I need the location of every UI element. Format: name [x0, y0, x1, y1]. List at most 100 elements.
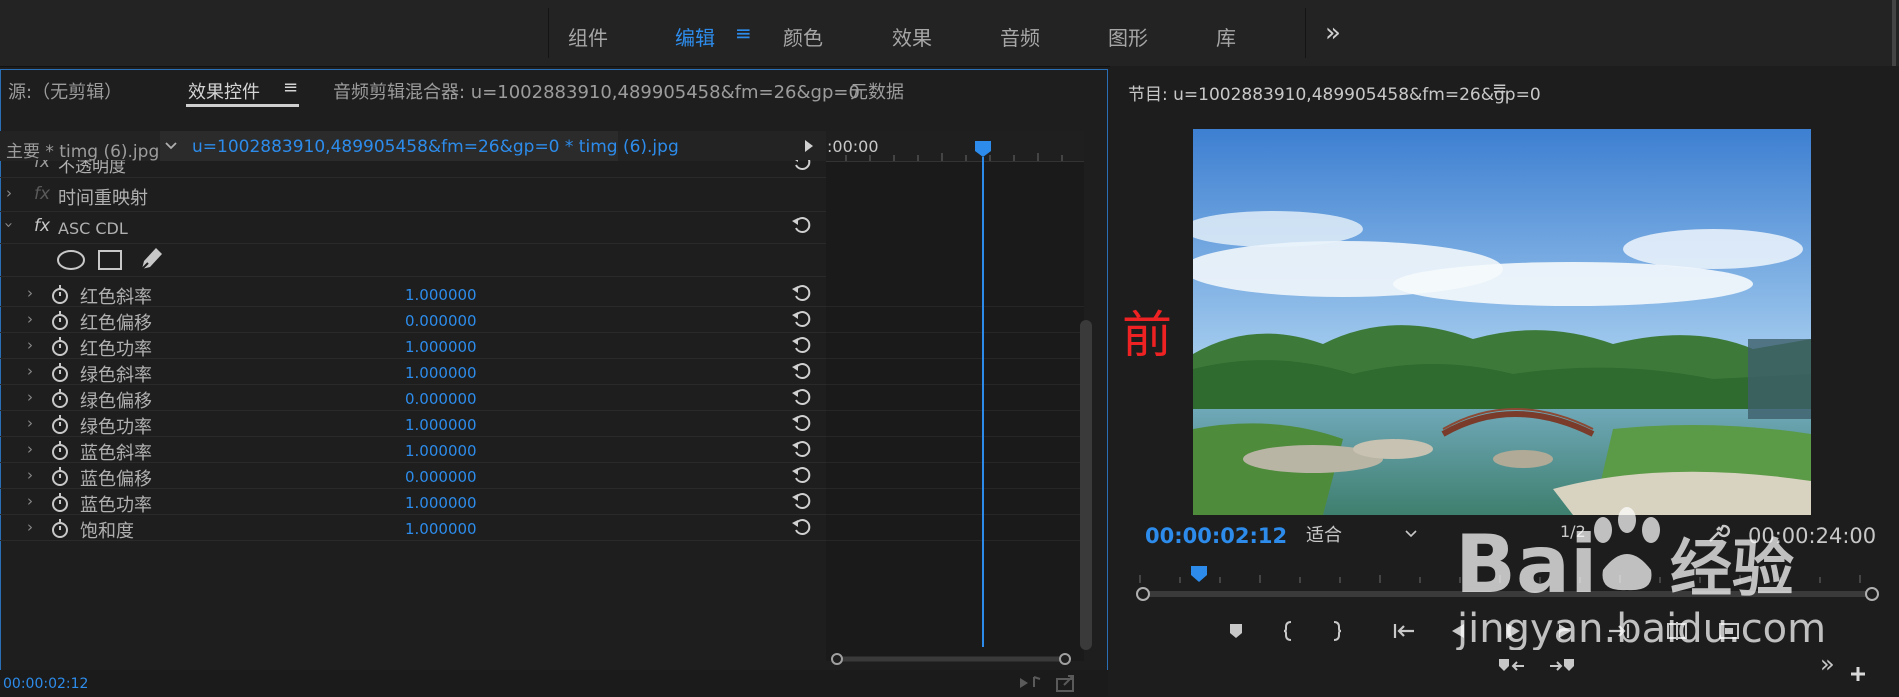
stopwatch-icon[interactable]	[50, 335, 70, 357]
export-frame-icon[interactable]	[1054, 673, 1078, 693]
workspace-tab-effects[interactable]: 效果	[892, 22, 932, 51]
stopwatch-icon[interactable]	[50, 517, 70, 539]
property-value[interactable]: 0.000000	[405, 390, 477, 408]
workspace-tab-libraries[interactable]: 库	[1216, 22, 1236, 51]
row-divider	[0, 332, 826, 333]
add-button-icon[interactable]	[1849, 665, 1867, 683]
program-monitor-title[interactable]: 节目: u=1002883910,489905458&fm=26&gp=0	[1128, 80, 1541, 105]
playhead-line[interactable]	[982, 157, 984, 647]
keyframe-timeline-area[interactable]	[826, 131, 1084, 661]
stopwatch-icon[interactable]	[50, 283, 70, 305]
expand-chevron-icon[interactable]: ›	[27, 492, 33, 510]
expand-chevron-icon[interactable]: ›	[0, 222, 18, 228]
row-divider	[0, 211, 826, 212]
reset-icon[interactable]	[790, 213, 812, 235]
tab-source[interactable]: 源:（无剪辑）	[8, 78, 122, 104]
expand-chevron-icon[interactable]: ›	[27, 414, 33, 432]
workspace-tab-audio[interactable]: 音频	[1000, 22, 1040, 51]
workspace-tab-color[interactable]: 颜色	[783, 22, 823, 51]
ellipse-mask-icon[interactable]	[56, 249, 86, 271]
row-divider	[0, 358, 826, 359]
mark-in-icon[interactable]	[1282, 620, 1294, 642]
property-value[interactable]: 1.000000	[405, 338, 477, 356]
stopwatch-icon[interactable]	[50, 309, 70, 331]
add-marker-icon[interactable]	[1228, 622, 1244, 640]
stopwatch-icon[interactable]	[50, 361, 70, 383]
tab-effect-controls[interactable]: 效果控件	[188, 78, 260, 104]
chevron-down-icon[interactable]	[164, 140, 178, 152]
reset-icon[interactable]	[790, 515, 812, 537]
reset-icon[interactable]	[790, 489, 812, 511]
playhead-marker-icon[interactable]	[974, 140, 992, 158]
property-value[interactable]: 1.000000	[405, 364, 477, 382]
stopwatch-icon[interactable]	[50, 439, 70, 461]
expand-chevron-icon[interactable]: ›	[27, 310, 33, 328]
pen-mask-icon[interactable]	[138, 245, 164, 273]
workspace-tab-assembly[interactable]: 组件	[568, 22, 608, 51]
workspace-more-button[interactable]: »	[1325, 18, 1341, 48]
expand-chevron-icon[interactable]: ›	[27, 362, 33, 380]
stopwatch-icon[interactable]	[50, 387, 70, 409]
row-divider	[0, 488, 826, 489]
vertical-scrollbar[interactable]	[1080, 320, 1092, 650]
more-controls-icon[interactable]: »	[1820, 650, 1835, 678]
row-divider	[0, 410, 826, 411]
master-clip-label[interactable]: 主要 * timg (6).jpg	[6, 137, 159, 162]
tab-audio-clip-mixer[interactable]: 音频剪辑混合器: u=1002883910,489905458&fm=26&gp…	[333, 78, 860, 104]
reset-icon[interactable]	[790, 281, 812, 303]
tab-metadata[interactable]: 元数据	[850, 78, 904, 104]
keyframe-row-divider	[826, 332, 1084, 333]
expand-chevron-icon[interactable]: ›	[27, 466, 33, 484]
panel-menu-icon[interactable]: ≡	[283, 77, 298, 98]
expand-chevron-icon[interactable]: ›	[27, 336, 33, 354]
property-value[interactable]: 1.000000	[405, 520, 477, 538]
active-clip-label[interactable]: u=1002883910,489905458&fm=26&gp=0 * timg…	[192, 137, 679, 157]
expand-chevron-icon[interactable]: ›	[27, 388, 33, 406]
reset-icon[interactable]	[790, 411, 812, 433]
expand-chevron-icon[interactable]: ›	[6, 184, 12, 202]
reset-icon[interactable]	[790, 385, 812, 407]
rectangle-mask-icon[interactable]	[97, 249, 123, 271]
video-preview[interactable]	[1193, 129, 1811, 515]
extract-icon[interactable]	[1548, 657, 1576, 675]
reset-icon[interactable]	[790, 307, 812, 329]
play-triangle-icon[interactable]	[803, 138, 815, 154]
expand-chevron-icon[interactable]: ›	[27, 518, 33, 536]
workspace-menu-icon[interactable]: ≡	[735, 21, 752, 45]
watermark-url: jingyan.baidu.com	[1456, 606, 1826, 650]
reset-icon[interactable]	[790, 359, 812, 381]
fx-icon: fx	[34, 184, 51, 204]
stopwatch-icon[interactable]	[50, 413, 70, 435]
workspace-tab-graphics[interactable]: 图形	[1108, 22, 1148, 51]
go-to-in-icon[interactable]	[1392, 621, 1416, 641]
property-value[interactable]: 0.000000	[405, 468, 477, 486]
workspace-bar	[0, 0, 1899, 67]
row-divider	[0, 243, 826, 244]
program-menu-icon[interactable]: ≡	[1492, 78, 1507, 99]
lift-icon[interactable]	[1497, 657, 1525, 675]
annotation-label: 前	[1122, 306, 1172, 364]
reset-icon[interactable]	[790, 333, 812, 355]
fx-icon[interactable]: fx	[34, 216, 50, 236]
audio-scrub-icon[interactable]	[1018, 673, 1044, 693]
expand-chevron-icon[interactable]: ›	[27, 284, 33, 302]
ruler-timecode: :00:00	[827, 137, 879, 156]
property-value[interactable]: 1.000000	[405, 286, 477, 304]
timeline-zoom-scrollbar[interactable]	[830, 652, 1072, 666]
current-timecode[interactable]: 00:00:02:12	[1145, 524, 1287, 548]
stopwatch-icon[interactable]	[50, 491, 70, 513]
watermark-brand: Bai	[1455, 518, 1597, 611]
property-value[interactable]: 0.000000	[405, 312, 477, 330]
reset-icon[interactable]	[790, 463, 812, 485]
property-value[interactable]: 1.000000	[405, 442, 477, 460]
stopwatch-icon[interactable]	[50, 465, 70, 487]
row-divider	[0, 540, 826, 541]
reset-icon[interactable]	[790, 437, 812, 459]
mark-out-icon[interactable]	[1331, 620, 1343, 642]
workspace-tab-editing[interactable]: 编辑	[675, 22, 715, 51]
status-timecode[interactable]: 00:00:02:12	[3, 676, 88, 692]
zoom-fit-select[interactable]: 适合	[1296, 520, 1424, 548]
property-value[interactable]: 1.000000	[405, 494, 477, 512]
expand-chevron-icon[interactable]: ›	[27, 440, 33, 458]
property-value[interactable]: 1.000000	[405, 416, 477, 434]
